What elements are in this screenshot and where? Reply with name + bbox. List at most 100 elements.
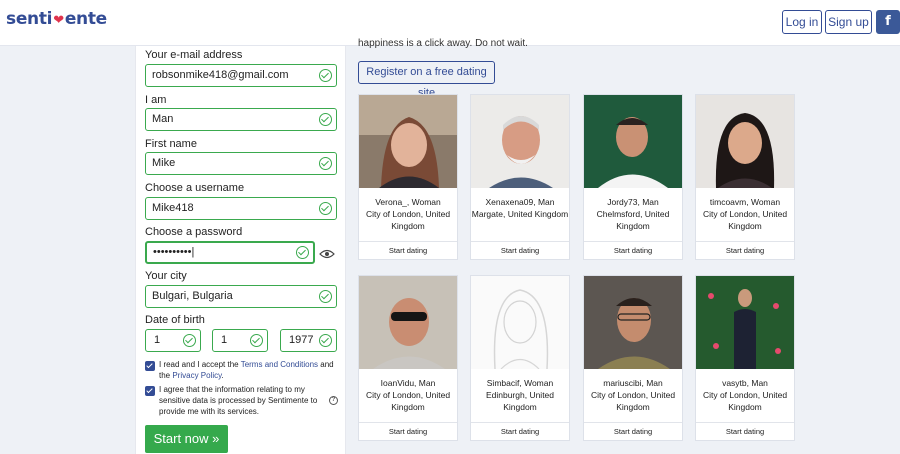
profile-info: vasytb, Man City of London, United Kingd…: [696, 369, 794, 422]
profile-info: timcoavm, Woman City of London, United K…: [696, 188, 794, 241]
check-icon: [296, 246, 309, 259]
terms-suffix: .: [221, 371, 224, 380]
profile-card[interactable]: Simbacif, Woman Edinburgh, United Kingdo…: [470, 275, 570, 441]
logo-text-right: ente: [64, 9, 107, 29]
profile-info: Simbacif, Woman Edinburgh, United Kingdo…: [471, 369, 569, 422]
logo-text-left: senti: [6, 9, 53, 29]
city-value: Bulgari, Bulgaria: [152, 290, 233, 302]
gender-select[interactable]: Man: [145, 108, 337, 131]
signup-button[interactable]: Sign up: [825, 10, 872, 34]
email-value: robsonmike418@gmail.com: [152, 69, 289, 81]
password-field[interactable]: ••••••••••|: [145, 241, 315, 264]
profile-card[interactable]: Verona_, Woman City of London, United Ki…: [358, 94, 458, 260]
dob-day-value: 1: [154, 334, 161, 346]
profile-location: Chelmsford, United Kingdom: [596, 209, 670, 231]
dob-month-value: 1: [221, 334, 228, 346]
start-dating-button[interactable]: Start dating: [471, 241, 569, 259]
profile-card[interactable]: timcoavm, Woman City of London, United K…: [695, 94, 795, 260]
privacy-link[interactable]: Privacy Policy: [172, 371, 221, 380]
email-label: Your e-mail address: [145, 49, 243, 61]
consent-checkbox[interactable]: [145, 386, 155, 396]
profile-name: mariuscibi, Man: [603, 378, 663, 388]
check-icon: [183, 334, 196, 347]
check-icon: [319, 157, 332, 170]
profile-info: IoanVidu, Man City of London, United Kin…: [359, 369, 457, 422]
profile-location: Edinburgh, United Kingdom: [485, 390, 555, 412]
dob-year-value: 1977: [289, 334, 314, 346]
profile-location: City of London, United Kingdom: [702, 390, 788, 412]
profile-card[interactable]: mariuscibi, Man City of London, United K…: [583, 275, 683, 441]
login-button[interactable]: Log in: [782, 10, 822, 34]
iam-label: I am: [145, 94, 167, 106]
start-dating-button[interactable]: Start dating: [471, 422, 569, 440]
profile-photo[interactable]: [471, 276, 569, 369]
profile-name: Xenaxena09, Man: [485, 197, 555, 207]
profile-card[interactable]: Xenaxena09, Man Margate, United Kingdom …: [470, 94, 570, 260]
profile-name: timcoavm, Woman: [709, 197, 781, 207]
city-label: Your city: [145, 270, 187, 282]
start-dating-button[interactable]: Start dating: [584, 422, 682, 440]
profile-name: IoanVidu, Man: [380, 378, 436, 388]
profile-card[interactable]: vasytb, Man City of London, United Kingd…: [695, 275, 795, 441]
profile-card[interactable]: IoanVidu, Man City of London, United Kin…: [358, 275, 458, 441]
start-dating-button[interactable]: Start dating: [696, 241, 794, 259]
check-icon: [319, 334, 332, 347]
firstname-field[interactable]: Mike: [145, 152, 337, 175]
profile-location: Margate, United Kingdom: [471, 209, 569, 219]
profile-photo[interactable]: [471, 95, 569, 188]
heart-icon: ❤: [53, 13, 64, 28]
profile-photo[interactable]: [696, 95, 794, 188]
profile-info: Verona_, Woman City of London, United Ki…: [359, 188, 457, 241]
profile-photo[interactable]: [359, 276, 457, 369]
help-icon[interactable]: ?: [329, 396, 338, 405]
city-field[interactable]: Bulgari, Bulgaria: [145, 285, 337, 308]
terms-checkbox[interactable]: [145, 361, 155, 371]
register-button[interactable]: Register on a free dating site: [358, 61, 495, 99]
start-dating-button[interactable]: Start dating: [696, 422, 794, 440]
terms-link[interactable]: Terms and Conditions: [241, 360, 318, 369]
password-label: Choose a password: [145, 226, 243, 238]
username-value: Mike418: [152, 202, 194, 214]
profile-name: vasytb, Man: [722, 378, 768, 388]
check-icon: [319, 69, 332, 82]
profile-photo[interactable]: [584, 95, 682, 188]
profile-card[interactable]: Jordy73, Man Chelmsford, United Kingdom …: [583, 94, 683, 260]
check-icon: [319, 202, 332, 215]
profile-info: Xenaxena09, Man Margate, United Kingdom: [471, 188, 569, 241]
start-dating-button[interactable]: Start dating: [584, 241, 682, 259]
dob-label: Date of birth: [145, 314, 205, 326]
profile-photo[interactable]: [359, 95, 457, 188]
profile-name: Simbacif, Woman: [486, 378, 554, 388]
password-value: ••••••••••|: [153, 246, 195, 258]
check-icon: [250, 334, 263, 347]
email-field[interactable]: robsonmike418@gmail.com: [145, 64, 337, 87]
eye-icon[interactable]: [319, 249, 335, 259]
profile-info: Jordy73, Man Chelmsford, United Kingdom: [584, 188, 682, 241]
check-icon: [319, 113, 332, 126]
profile-info: mariuscibi, Man City of London, United K…: [584, 369, 682, 422]
start-now-button[interactable]: Start now »: [145, 425, 228, 453]
dob-year-select[interactable]: 1977: [280, 329, 337, 352]
profile-location: City of London, United Kingdom: [590, 390, 676, 412]
start-dating-button[interactable]: Start dating: [359, 241, 457, 259]
logo[interactable]: senti❤ente: [6, 9, 107, 29]
gender-value: Man: [152, 113, 174, 125]
profile-name: Verona_, Woman: [375, 197, 441, 207]
facebook-icon[interactable]: f: [876, 10, 900, 34]
profile-location: City of London, United Kingdom: [365, 209, 451, 231]
consent-text: I agree that the information relating to…: [159, 385, 318, 416]
username-field[interactable]: Mike418: [145, 197, 337, 220]
profile-location: City of London, United Kingdom: [702, 209, 788, 231]
profile-photo[interactable]: [584, 276, 682, 369]
terms-prefix: I read and I accept the: [159, 360, 241, 369]
firstname-label: First name: [145, 138, 197, 150]
profile-location: City of London, United Kingdom: [365, 390, 451, 412]
registration-form: Your e-mail address robsonmike418@gmail.…: [135, 46, 346, 454]
dob-day-select[interactable]: 1: [145, 329, 201, 352]
start-dating-button[interactable]: Start dating: [359, 422, 457, 440]
profile-photo[interactable]: [696, 276, 794, 369]
dob-month-select[interactable]: 1: [212, 329, 268, 352]
terms-text: I read and I accept the Terms and Condit…: [159, 359, 339, 381]
tagline: happiness is a click away. Do not wait.: [358, 38, 528, 49]
profile-name: Jordy73, Man: [607, 197, 659, 207]
